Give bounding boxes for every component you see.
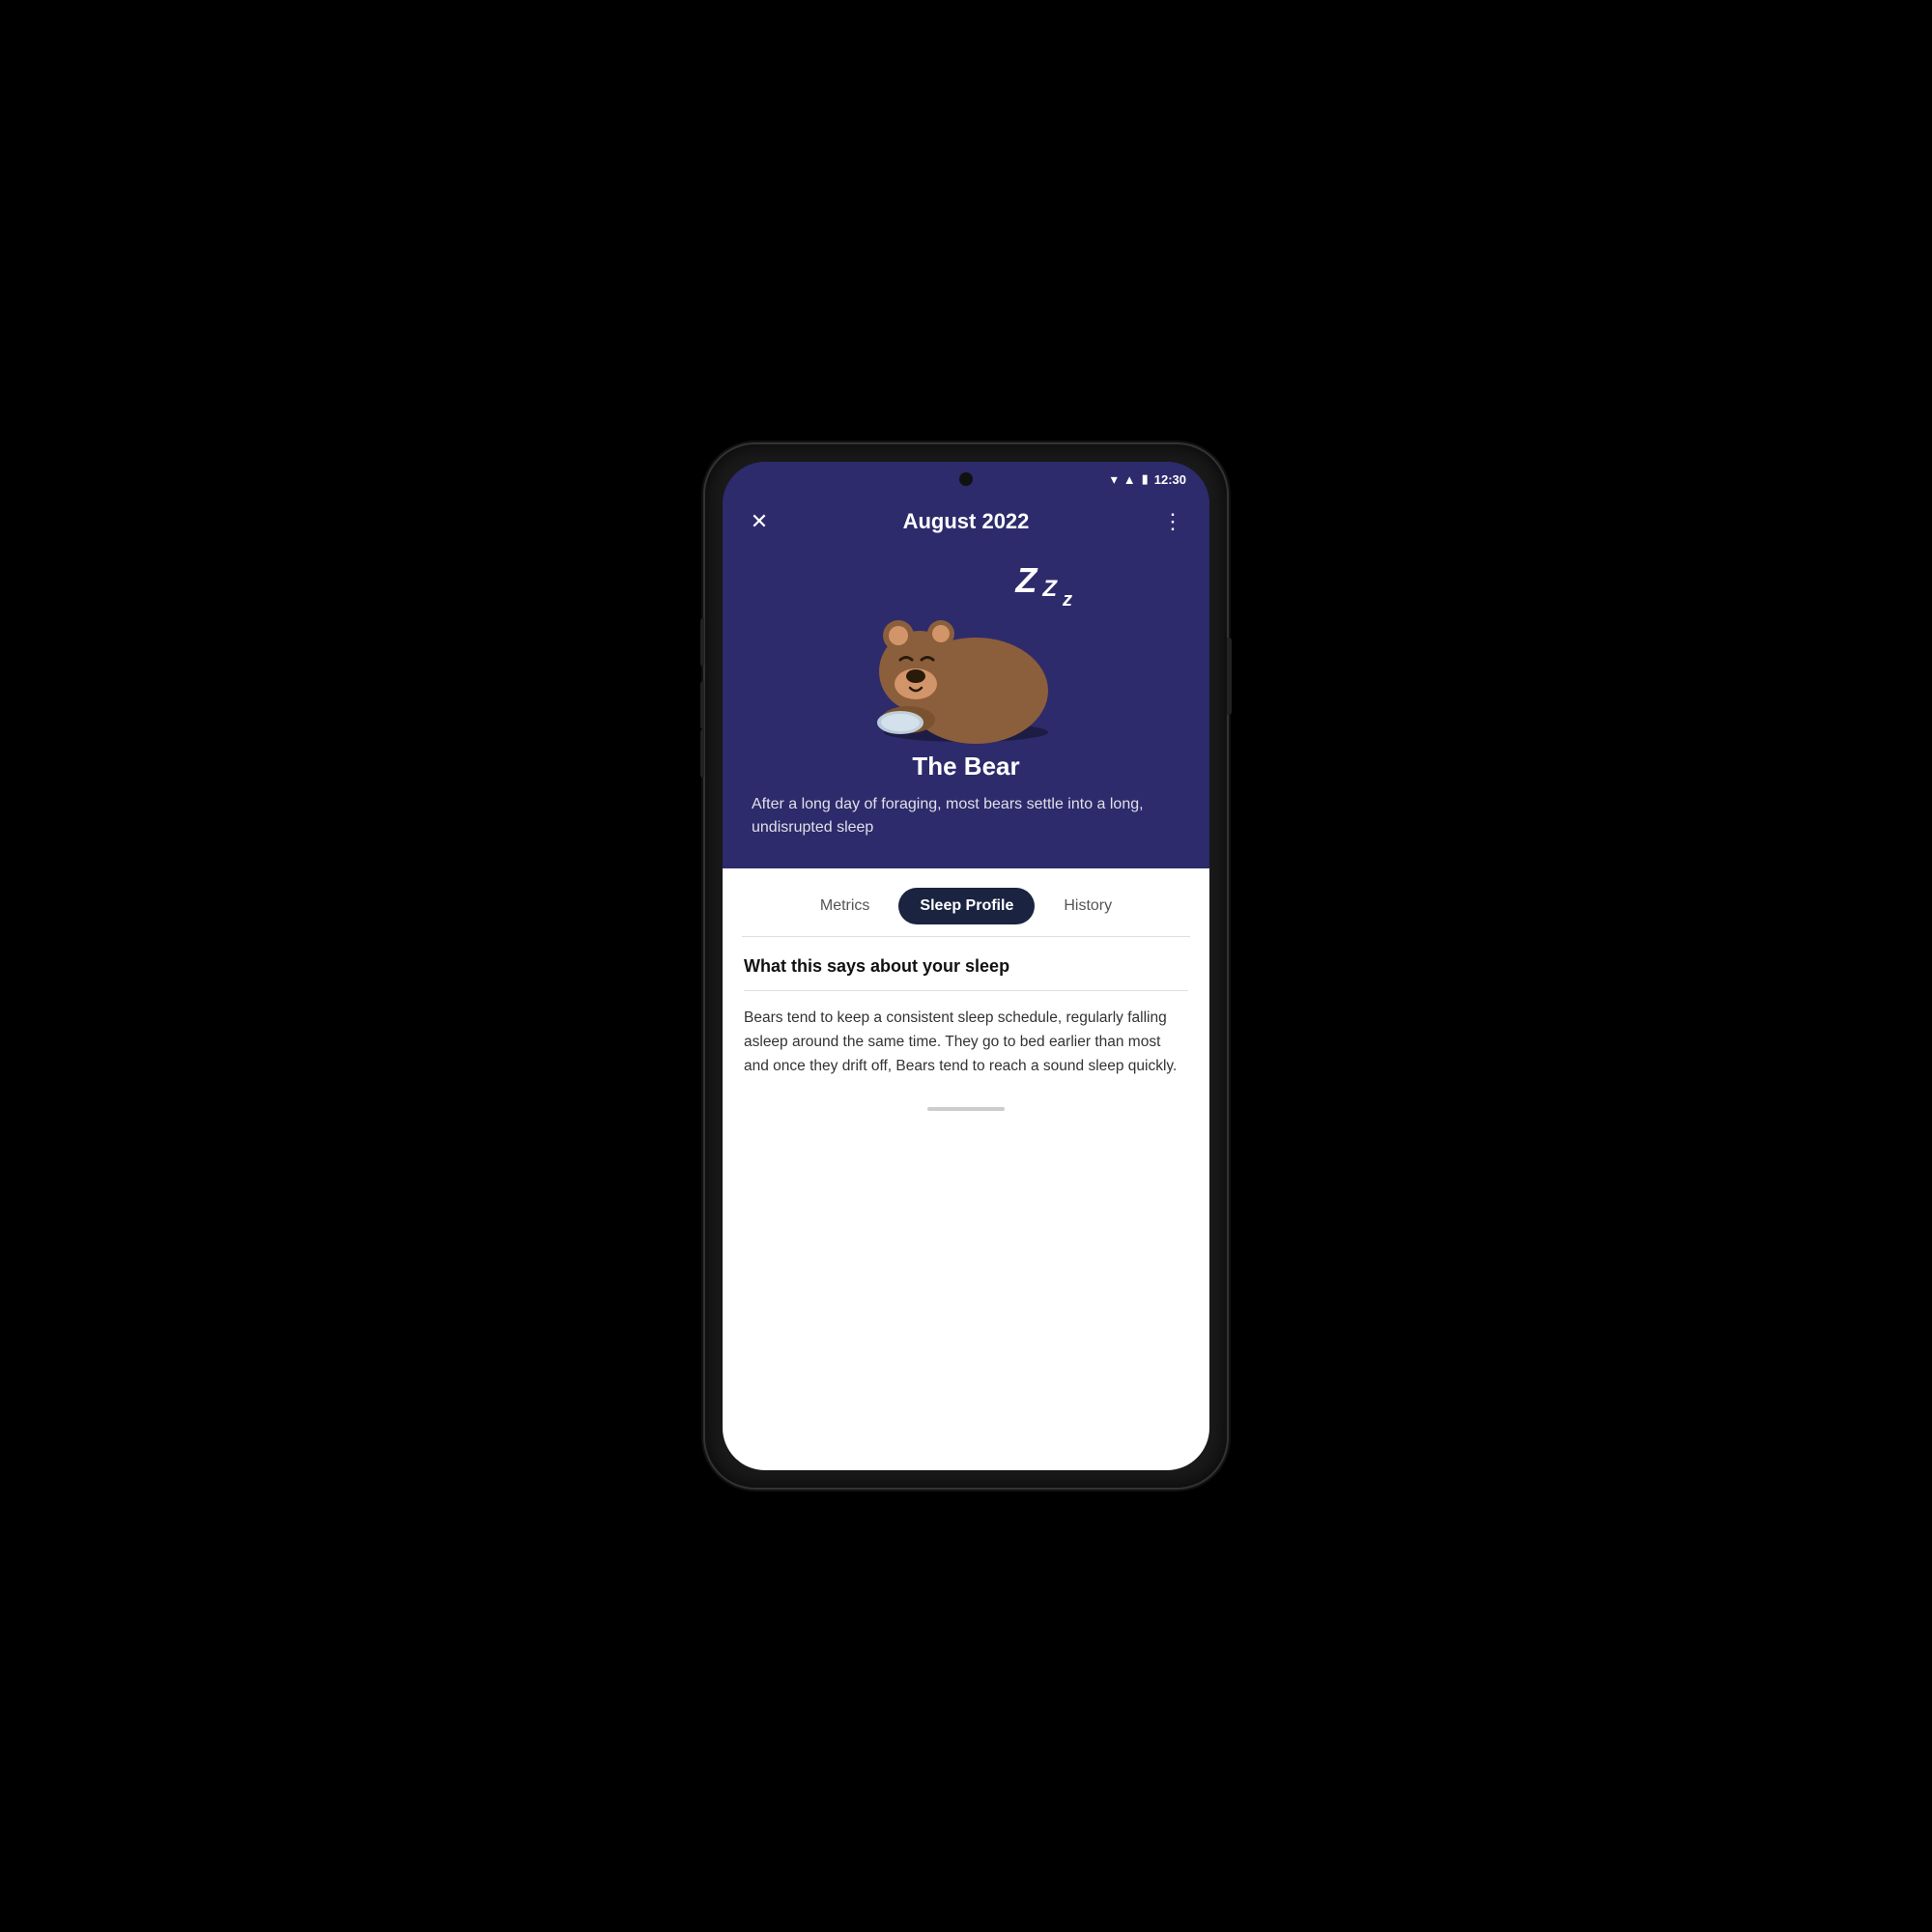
z-tiny: z (1063, 589, 1072, 611)
z-big: Z (1015, 560, 1037, 601)
camera-cutout (959, 472, 973, 486)
signal-icon: ▲ (1123, 472, 1136, 487)
section-title: What this says about your sleep (744, 956, 1188, 977)
battery-icon: ▮ (1142, 471, 1149, 487)
sleep-profile-content: What this says about your sleep Bears te… (723, 937, 1209, 1097)
tab-sleep-profile-label: Sleep Profile (920, 897, 1013, 914)
zzz-animation: Z Z z (1015, 560, 1072, 611)
home-indicator (723, 1097, 1209, 1121)
phone-device: ▾ ▲ ▮ 12:30 ✕ August 2022 ⋮ Z Z z (705, 444, 1227, 1488)
bottom-section: Metrics Sleep Profile History What this … (723, 868, 1209, 1470)
bear-section: Z Z z (723, 551, 1209, 868)
status-bar: ▾ ▲ ▮ 12:30 (723, 462, 1209, 497)
more-options-button[interactable]: ⋮ (1155, 504, 1190, 539)
tab-history[interactable]: History (1042, 888, 1133, 924)
status-time: 12:30 (1154, 472, 1186, 487)
tab-metrics-label: Metrics (820, 897, 870, 914)
tab-metrics[interactable]: Metrics (799, 888, 892, 924)
sleep-description-text: Bears tend to keep a consistent sleep sc… (744, 1007, 1188, 1078)
bear-description: After a long day of foraging, most bears… (752, 793, 1180, 839)
tab-history-label: History (1064, 897, 1112, 914)
bear-illustration: Z Z z (831, 551, 1101, 744)
section-divider (744, 990, 1188, 991)
bear-name: The Bear (912, 752, 1019, 781)
header-title: August 2022 (777, 509, 1155, 534)
home-bar (927, 1107, 1005, 1111)
app-header: ✕ August 2022 ⋮ (723, 497, 1209, 551)
tab-sleep-profile[interactable]: Sleep Profile (898, 888, 1035, 924)
tab-bar: Metrics Sleep Profile History (723, 868, 1209, 936)
phone-screen: ▾ ▲ ▮ 12:30 ✕ August 2022 ⋮ Z Z z (723, 462, 1209, 1470)
close-button[interactable]: ✕ (742, 504, 777, 539)
z-small: Z (1042, 576, 1057, 603)
wifi-icon: ▾ (1111, 471, 1118, 488)
status-icons: ▾ ▲ ▮ 12:30 (1111, 471, 1186, 488)
